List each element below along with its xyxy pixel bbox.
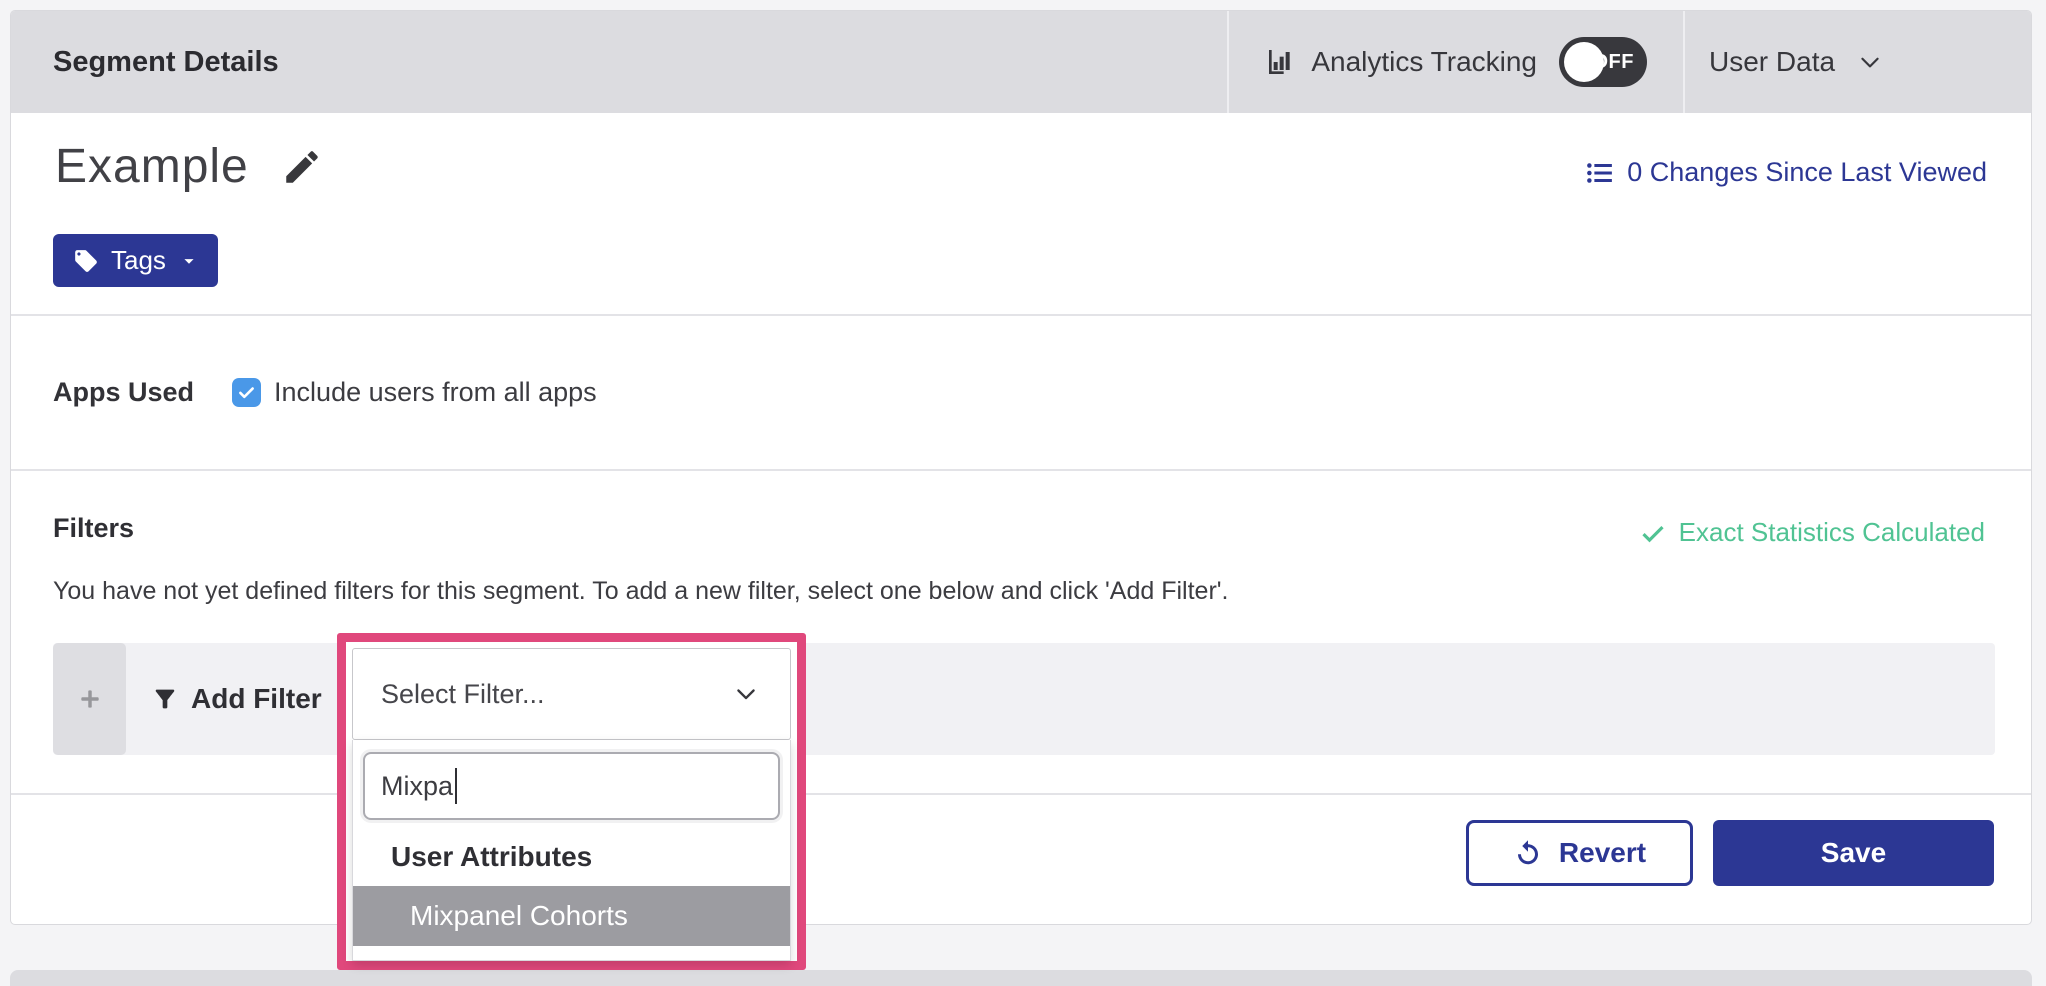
toggle-knob bbox=[1564, 42, 1604, 82]
filter-dropdown-panel: Mixpa User Attributes Mixpanel Cohorts bbox=[352, 740, 791, 961]
apps-used-label: Apps Used bbox=[53, 377, 194, 408]
segment-details-card: Segment Details Analytics Tracking OFF bbox=[10, 10, 2032, 925]
checkmark-icon bbox=[236, 382, 257, 403]
include-all-apps-checkbox[interactable] bbox=[232, 378, 261, 407]
check-icon bbox=[1639, 519, 1667, 547]
include-all-apps-label: Include users from all apps bbox=[274, 377, 597, 408]
apps-used-section: Apps Used Include users from all apps bbox=[11, 314, 2031, 469]
dropdown-option-mixpanel-cohorts[interactable]: Mixpanel Cohorts bbox=[353, 886, 790, 946]
bar-chart-icon bbox=[1265, 46, 1297, 78]
revert-button[interactable]: Revert bbox=[1466, 820, 1693, 886]
edit-name-pencil-icon[interactable] bbox=[281, 146, 323, 188]
tags-button-label: Tags bbox=[111, 245, 166, 276]
plus-icon bbox=[77, 686, 103, 712]
segment-name-row: Example bbox=[55, 139, 323, 194]
user-data-label: User Data bbox=[1709, 46, 1835, 78]
save-button-label: Save bbox=[1821, 837, 1886, 869]
page-title: Segment Details bbox=[11, 11, 1227, 113]
add-filter-text: Add Filter bbox=[191, 683, 322, 715]
card-header: Segment Details Analytics Tracking OFF bbox=[11, 11, 2031, 113]
filter-search-input[interactable]: Mixpa bbox=[363, 752, 780, 820]
undo-icon bbox=[1513, 838, 1543, 868]
select-filter-value: Select Filter... bbox=[381, 679, 545, 710]
save-button[interactable]: Save bbox=[1713, 820, 1994, 886]
add-filter-plus-button[interactable] bbox=[53, 643, 126, 755]
segment-details-page: Segment Details Analytics Tracking OFF bbox=[0, 0, 2046, 986]
actions-section: Revert Save bbox=[11, 793, 2031, 924]
text-cursor bbox=[455, 768, 457, 804]
filters-section: Filters Exact Statistics Calculated You … bbox=[11, 469, 2031, 793]
changes-link-label: 0 Changes Since Last Viewed bbox=[1627, 157, 1987, 188]
analytics-tracking-toggle[interactable]: OFF bbox=[1559, 37, 1647, 87]
caret-down-icon bbox=[178, 250, 200, 272]
revert-button-label: Revert bbox=[1559, 837, 1646, 869]
changes-since-last-viewed-link[interactable]: 0 Changes Since Last Viewed bbox=[1585, 157, 1987, 188]
add-filter-label: Add Filter bbox=[151, 643, 322, 755]
filter-dropdown-highlight-box: Select Filter... Mixpa User Attributes M… bbox=[337, 633, 806, 970]
chevron-down-icon bbox=[1857, 49, 1883, 75]
exact-statistics-status: Exact Statistics Calculated bbox=[1639, 517, 1985, 548]
dropdown-group-header: User Attributes bbox=[391, 841, 790, 873]
analytics-tracking-control: Analytics Tracking OFF bbox=[1229, 11, 1683, 113]
select-filter-dropdown[interactable]: Select Filter... bbox=[352, 648, 791, 740]
user-data-dropdown[interactable]: User Data bbox=[1685, 11, 2031, 113]
filter-search-value: Mixpa bbox=[381, 771, 453, 802]
change-list-icon bbox=[1585, 158, 1615, 188]
bottom-collapsed-panel bbox=[10, 970, 2032, 986]
filters-title: Filters bbox=[53, 513, 134, 544]
tag-icon bbox=[73, 248, 99, 274]
chevron-down-icon bbox=[732, 680, 760, 708]
segment-name: Example bbox=[55, 139, 249, 194]
filters-description: You have not yet defined filters for thi… bbox=[53, 577, 1229, 606]
tags-button[interactable]: Tags bbox=[53, 234, 218, 287]
analytics-tracking-label: Analytics Tracking bbox=[1311, 46, 1537, 78]
exact-statistics-label: Exact Statistics Calculated bbox=[1679, 517, 1985, 548]
title-section: Example Tags bbox=[11, 113, 2031, 314]
funnel-icon bbox=[151, 685, 179, 713]
